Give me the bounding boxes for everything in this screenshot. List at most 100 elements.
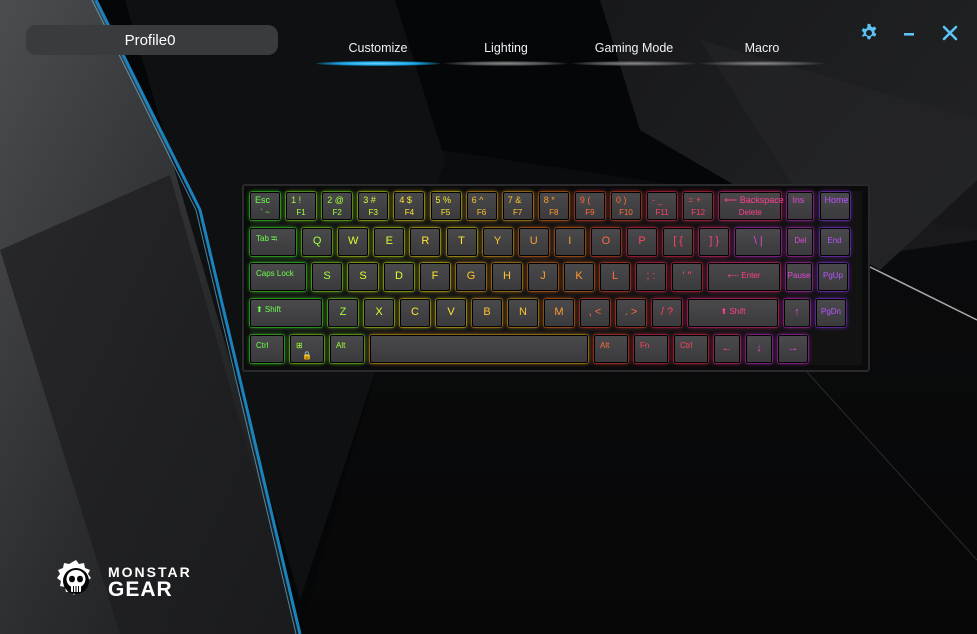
key-r3-11[interactable]: ; : <box>636 263 666 291</box>
key-r3-15[interactable]: PgUp <box>818 263 848 291</box>
key-r1-7[interactable]: 6 ^ F6 <box>466 192 497 220</box>
key-r3-6[interactable]: G <box>456 263 486 291</box>
key-r2-12[interactable]: [ { <box>663 228 694 256</box>
settings-button[interactable] <box>858 22 880 44</box>
key-r4-3[interactable]: X <box>364 299 394 327</box>
key-r5-10[interactable]: → <box>778 335 808 363</box>
key-r2-4[interactable]: E <box>374 228 405 256</box>
tab-macro[interactable]: Macro <box>698 38 826 66</box>
key-r2-7[interactable]: Y <box>482 228 513 256</box>
key-r1-12[interactable]: - _ F11 <box>647 192 678 220</box>
key-r1-1[interactable]: Esc ` ~ <box>250 192 280 220</box>
key-r5-4[interactable] <box>370 335 588 363</box>
key-r4-7[interactable]: N <box>508 299 538 327</box>
key-legend-ce: PgUp <box>822 271 843 280</box>
key-r5-5[interactable]: Alt <box>594 335 628 363</box>
key-legend-bot: F1 <box>296 208 306 217</box>
key-r4-2[interactable]: Z <box>328 299 358 327</box>
key-r2-14[interactable]: \ | <box>735 228 782 256</box>
key-legend-bot: F7 <box>513 208 523 217</box>
key-r1-5[interactable]: 4 $ F4 <box>394 192 425 220</box>
key-r4-9[interactable]: , < <box>580 299 610 327</box>
key-r2-16[interactable]: End <box>819 228 850 256</box>
close-button[interactable] <box>939 22 961 44</box>
key-legend-mid: H <box>503 270 511 282</box>
key-legend-tl: Ctrl <box>256 341 269 350</box>
key-r5-7[interactable]: Ctrl <box>674 335 708 363</box>
key-legend-top: 5 % <box>435 195 452 205</box>
key-r2-1[interactable]: Tab ⭾ <box>250 228 296 256</box>
key-r3-1[interactable]: Caps Lock <box>250 263 306 291</box>
key-legend-mid: S <box>323 270 331 282</box>
key-r3-2[interactable]: S <box>312 263 342 291</box>
key-r4-11[interactable]: / ? <box>652 299 682 327</box>
key-r2-8[interactable]: U <box>518 228 549 256</box>
key-r4-14[interactable]: PgDn <box>816 299 846 327</box>
key-r3-10[interactable]: L <box>600 263 630 291</box>
key-r1-14[interactable]: ⟵ Backspace Delete <box>719 192 784 220</box>
key-r1-6[interactable]: 5 % F5 <box>430 192 461 220</box>
key-r5-1[interactable]: Ctrl <box>250 335 284 363</box>
key-r1-2[interactable]: 1 ! F1 <box>286 192 317 220</box>
key-r1-3[interactable]: 2 @ F2 <box>322 192 353 220</box>
key-r5-2[interactable]: 🔒 ⊞ <box>290 335 324 363</box>
key-legend-top: 1 ! <box>291 195 302 205</box>
key-legend-mid: S <box>359 270 367 282</box>
key-r1-8[interactable]: 7 & F7 <box>502 192 533 220</box>
key-r3-9[interactable]: K <box>564 263 594 291</box>
key-r2-9[interactable]: I <box>554 228 585 256</box>
key-legend-mid: F <box>431 270 439 282</box>
key-legend-bot: F2 <box>332 208 342 217</box>
key-r4-13[interactable]: ↑ <box>784 299 810 327</box>
gear-icon <box>861 23 877 40</box>
key-r5-9[interactable]: ↓ <box>746 335 772 363</box>
key-r4-12[interactable]: ⬆ Shift <box>688 299 778 327</box>
key-r1-13[interactable]: = + F12 <box>683 192 714 220</box>
key-r2-11[interactable]: P <box>627 228 657 256</box>
key-r2-10[interactable]: O <box>590 228 621 256</box>
key-r4-10[interactable]: . > <box>616 299 646 327</box>
profile-selector[interactable]: Profile0 <box>26 25 278 55</box>
key-r5-8[interactable]: ← <box>714 335 740 363</box>
key-r4-8[interactable]: M <box>544 299 574 327</box>
key-legend-mid: / ? <box>660 306 674 318</box>
key-r4-4[interactable]: C <box>400 299 430 327</box>
keyboard-layout: Esc ` ~1 ! F1 2 @ F2 3 # F3 4 $ F4 5 % F5 6 ^ F6 7 & F… <box>242 184 870 372</box>
key-legend-top: 8 * <box>543 195 555 205</box>
key-r4-1[interactable]: ⬆ Shift <box>250 299 322 327</box>
key-r3-8[interactable]: J <box>528 263 558 291</box>
key-r4-5[interactable]: V <box>436 299 466 327</box>
key-r1-11[interactable]: 0 ) F10 <box>611 192 641 220</box>
key-r3-14[interactable]: Pause <box>786 263 812 291</box>
key-r3-7[interactable]: H <box>492 263 522 291</box>
key-r3-4[interactable]: D <box>384 263 414 291</box>
key-legend-top: 0 ) <box>616 195 627 205</box>
key-r3-5[interactable]: F <box>420 263 450 291</box>
key-r2-5[interactable]: R <box>410 228 441 256</box>
key-r1-16[interactable]: Home <box>819 192 850 220</box>
key-r4-6[interactable]: B <box>472 299 502 327</box>
key-r5-3[interactable]: Alt <box>330 335 364 363</box>
key-legend-top: 3 # <box>363 195 376 205</box>
key-r1-10[interactable]: 9 (F9 <box>574 192 605 220</box>
key-r3-13[interactable]: ⟵ Enter <box>708 263 780 291</box>
skull-gear-icon <box>57 560 91 595</box>
tab-gaming-mode[interactable]: Gaming Mode <box>570 38 698 66</box>
key-r2-2[interactable]: Q <box>302 228 333 256</box>
tab-customize[interactable]: Customize <box>314 38 442 66</box>
key-legend-mid: L <box>611 270 619 282</box>
key-r2-15[interactable]: Del <box>787 228 814 256</box>
key-r3-12[interactable]: ' " <box>672 263 702 291</box>
key-r1-4[interactable]: 3 # F3 <box>358 192 389 220</box>
key-r5-6[interactable]: Fn <box>634 335 668 363</box>
key-legend-top: Ins <box>792 195 805 205</box>
key-r1-15[interactable]: Ins <box>787 192 814 220</box>
key-r2-13[interactable]: ] } <box>699 228 730 256</box>
key-legend-mid: X <box>375 306 383 318</box>
tab-lighting[interactable]: Lighting <box>442 38 570 66</box>
key-r3-3[interactable]: S <box>348 263 378 291</box>
minimize-button[interactable] <box>898 22 920 44</box>
key-r2-6[interactable]: T <box>446 228 477 256</box>
key-r1-9[interactable]: 8 * F8 <box>538 192 569 220</box>
key-r2-3[interactable]: W <box>338 228 369 256</box>
